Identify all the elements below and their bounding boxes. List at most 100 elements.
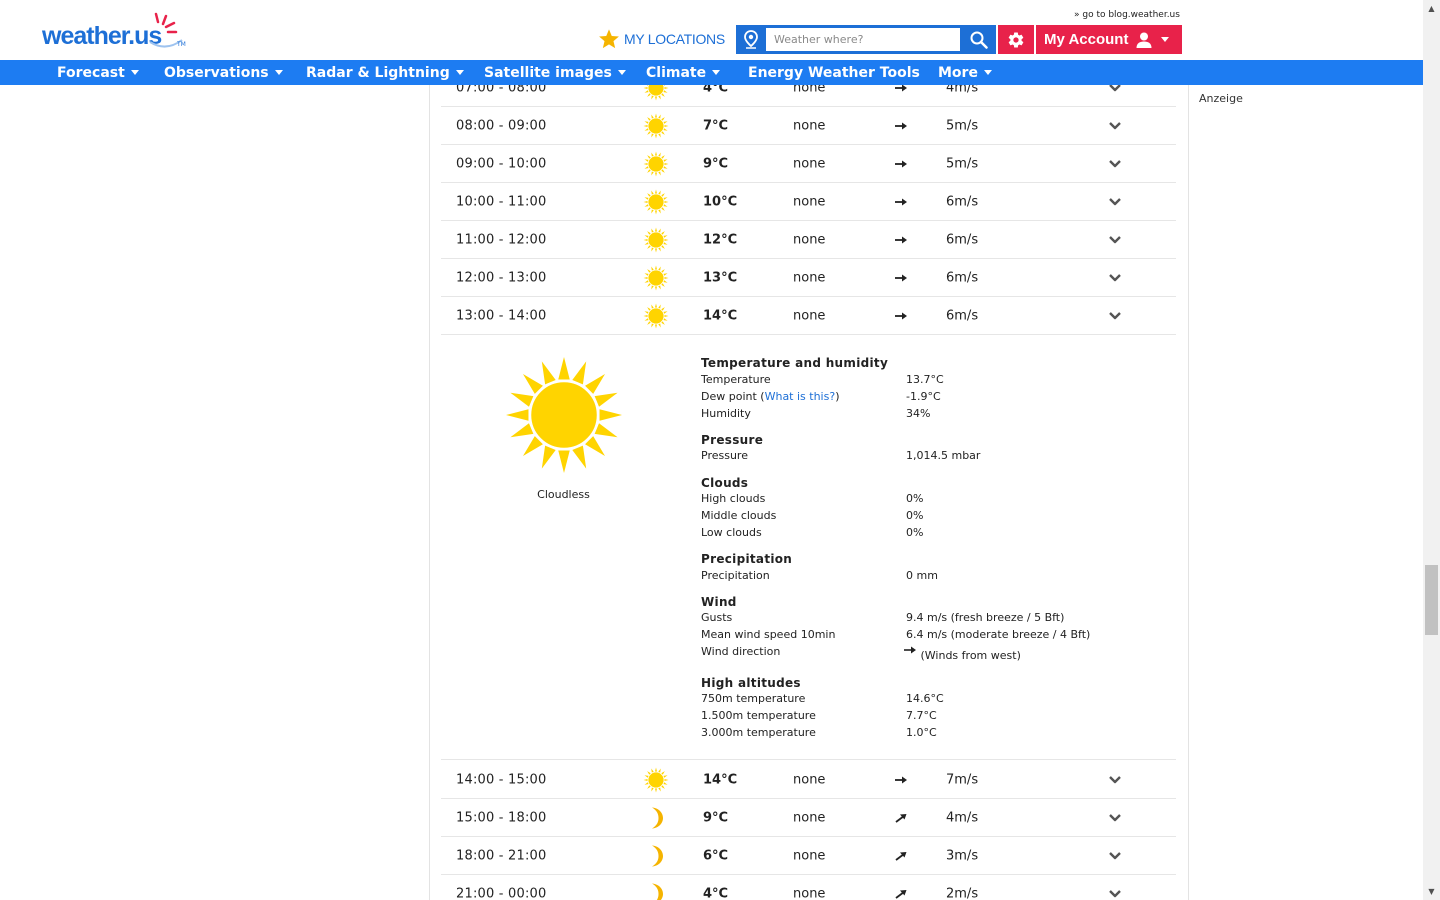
hour-time: 15:00 - 18:00: [456, 810, 547, 825]
chevron-down-icon[interactable]: [1108, 159, 1122, 169]
hour-precipitation: none: [793, 308, 826, 323]
hour-row[interactable]: 09:00 - 10:00 9°C none 5m/s: [441, 145, 1176, 183]
hour-temperature: 12°C: [703, 232, 738, 247]
hour-row[interactable]: 18:00 - 21:00 6°C none 3m/s: [441, 837, 1176, 875]
arrow-northeast-icon: [895, 851, 907, 861]
wind-direction-label: Wind direction: [701, 645, 781, 658]
chevron-down-icon[interactable]: [1108, 121, 1122, 131]
hour-row[interactable]: 21:00 - 00:00 4°C none 2m/s: [441, 875, 1176, 900]
paren-close: ): [835, 390, 840, 403]
moon-icon: [652, 807, 663, 828]
hour-temperature: 13°C: [703, 270, 738, 285]
hour-row[interactable]: 14:00 - 15:00 14°C none 7m/s: [441, 761, 1176, 799]
hour-row[interactable]: 13:00 - 14:00 14°C none 6m/s: [441, 297, 1176, 335]
hour-temperature: 7°C: [703, 118, 729, 133]
arrow-northeast-icon: [895, 813, 907, 823]
scrollbar-thumb[interactable]: [1425, 565, 1438, 635]
hour-row[interactable]: 10:00 - 11:00 10°C none 6m/s: [441, 183, 1176, 221]
nav-item-climate[interactable]: Climate: [646, 60, 721, 85]
search-input[interactable]: [766, 28, 960, 51]
section-title-clouds: Clouds: [701, 476, 749, 490]
gusts-label: Gusts: [701, 611, 733, 624]
nav-item-observations[interactable]: Observations: [164, 60, 283, 85]
hour-precipitation: none: [793, 886, 826, 900]
sun-icon: [643, 189, 669, 214]
my-account-button[interactable]: My Account: [1036, 25, 1182, 54]
what-is-this-link[interactable]: What is this?: [765, 390, 836, 403]
chevron-down-icon[interactable]: [1108, 889, 1122, 899]
nav-label: Satellite images: [484, 64, 612, 81]
nav-item-radar-lightning[interactable]: Radar & Lightning: [306, 60, 464, 85]
hour-time: 11:00 - 12:00: [456, 232, 547, 247]
search-button[interactable]: [962, 25, 996, 54]
chevron-down-icon[interactable]: [1108, 311, 1122, 321]
pressure-label: Pressure: [701, 449, 748, 462]
my-locations-link[interactable]: MY LOCATIONS: [598, 28, 725, 50]
arrow-east-icon: [895, 160, 907, 167]
mean-wind-value: 6.4 m/s (moderate breeze / 4 Bft): [906, 628, 1091, 641]
scrollbar[interactable]: ▲ ▼: [1423, 0, 1440, 900]
caret-down-icon: [274, 70, 283, 75]
nav-label: Energy Weather Tools: [748, 64, 920, 81]
hour-time: 12:00 - 13:00: [456, 270, 547, 285]
hour-time: 14:00 - 15:00: [456, 772, 547, 787]
main-nav: Forecast Observations Radar & Lightning …: [0, 60, 1423, 85]
sun-icon: [643, 303, 669, 328]
location-pin-icon: [744, 30, 758, 49]
hour-time: 09:00 - 10:00: [456, 156, 547, 171]
arrow-east-icon: [895, 274, 907, 281]
blog-link[interactable]: » go to blog.weather.us: [1074, 10, 1180, 20]
hour-row[interactable]: 12:00 - 13:00 13°C none 6m/s: [441, 259, 1176, 297]
nav-item-forecast[interactable]: Forecast: [57, 60, 139, 85]
hour-temperature: 9°C: [703, 810, 729, 825]
settings-button[interactable]: [998, 25, 1034, 54]
dew-point-value: -1.9°C: [906, 390, 941, 403]
hour-precipitation: none: [793, 118, 826, 133]
arrow-east-icon: [895, 236, 907, 243]
logo-trademark: TM: [177, 41, 186, 48]
arrow-east-icon: [895, 198, 907, 205]
ad-label: Anzeige: [1199, 92, 1243, 105]
scroll-up-arrow-icon[interactable]: ▲: [1423, 0, 1440, 17]
section-title-precipitation: Precipitation: [701, 552, 793, 566]
chevron-down-icon[interactable]: [1108, 273, 1122, 283]
arrow-east-icon: [895, 122, 907, 129]
hour-wind-speed: 4m/s: [946, 810, 979, 825]
chevron-down-icon[interactable]: [1108, 775, 1122, 785]
nav-item-satellite-images[interactable]: Satellite images: [484, 60, 626, 85]
hour-time: 21:00 - 00:00: [456, 886, 547, 900]
hour-wind-speed: 6m/s: [946, 194, 979, 209]
section-title-wind: Wind: [701, 595, 737, 609]
sun-icon: [643, 227, 669, 252]
hour-wind-speed: 6m/s: [946, 232, 979, 247]
middle-clouds-value: 0%: [906, 509, 924, 522]
hour-row[interactable]: 11:00 - 12:00 12°C none 6m/s: [441, 221, 1176, 259]
chevron-down-icon[interactable]: [1108, 197, 1122, 207]
nav-item-energy-weather-tools[interactable]: Energy Weather Tools: [748, 60, 920, 85]
high-clouds-value: 0%: [906, 492, 924, 505]
header: weather.us TM » go to blog.weather.us MY…: [0, 0, 1423, 60]
gear-icon: [1008, 32, 1024, 48]
nav-item-more[interactable]: More: [938, 60, 992, 85]
hour-time: 08:00 - 09:00: [456, 118, 547, 133]
hour-time: 10:00 - 11:00: [456, 194, 547, 209]
hour-precipitation: none: [793, 194, 826, 209]
chevron-down-icon[interactable]: [1108, 235, 1122, 245]
search-icon: [970, 31, 988, 49]
chevron-down-icon[interactable]: [1108, 813, 1122, 823]
hour-precipitation: none: [793, 848, 826, 863]
chevron-down-icon[interactable]: [1108, 851, 1122, 861]
section-title-pressure: Pressure: [701, 433, 764, 447]
arrow-east-icon: [904, 646, 916, 654]
hour-row[interactable]: 08:00 - 09:00 7°C none 5m/s: [441, 107, 1176, 145]
hour-row[interactable]: 15:00 - 18:00 9°C none 4m/s: [441, 799, 1176, 837]
my-locations-label: MY LOCATIONS: [624, 31, 725, 47]
hour-precipitation: none: [793, 156, 826, 171]
hour-wind-speed: 3m/s: [946, 848, 979, 863]
arrow-northeast-icon: [895, 889, 907, 899]
scroll-down-arrow-icon[interactable]: ▼: [1423, 883, 1440, 900]
caret-down-icon: [617, 70, 626, 75]
hour-wind-speed: 5m/s: [946, 156, 979, 171]
hour-time: 18:00 - 21:00: [456, 848, 547, 863]
t3000-label: 3.000m temperature: [701, 726, 816, 739]
